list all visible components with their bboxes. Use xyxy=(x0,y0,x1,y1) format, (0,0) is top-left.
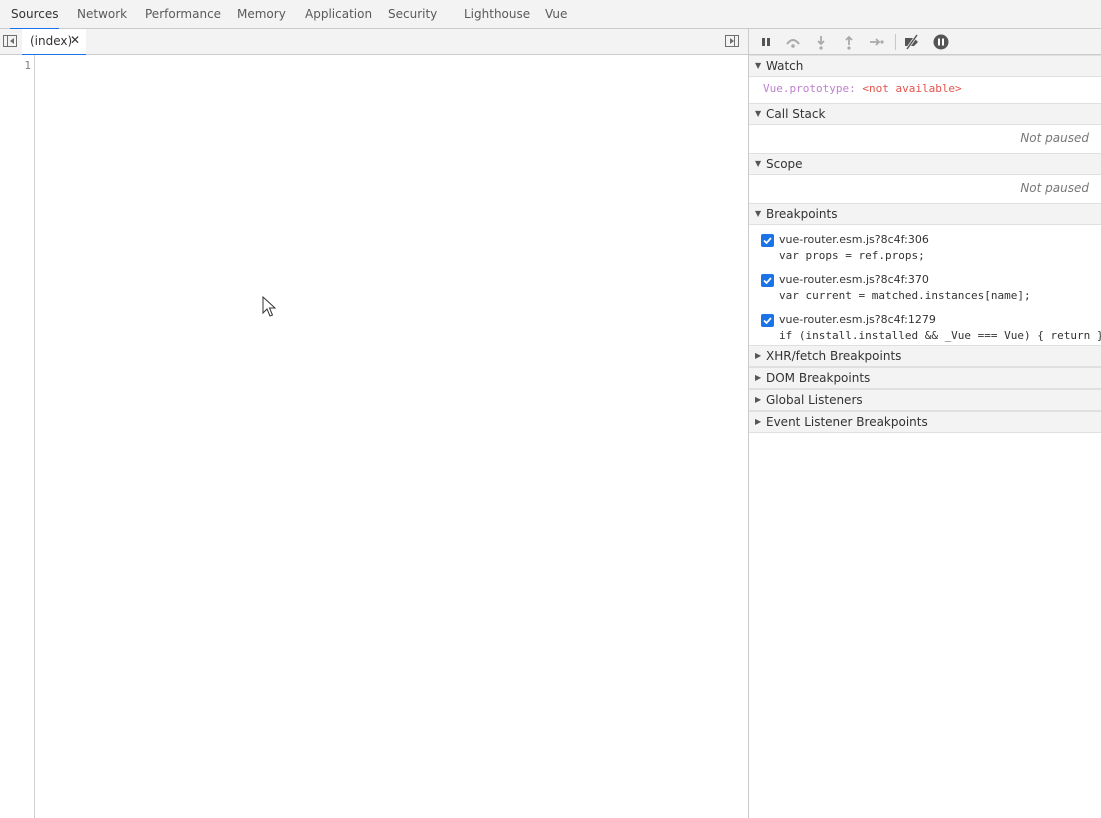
xhr-fetch-breakpoints-header[interactable]: ▶ XHR/fetch Breakpoints xyxy=(749,345,1101,367)
tab-vue[interactable]: Vue xyxy=(545,0,567,29)
breakpoints-title: Breakpoints xyxy=(766,207,838,221)
expand-arrow-icon: ▼ xyxy=(755,109,762,118)
toggle-navigator-icon[interactable] xyxy=(3,35,17,47)
breakpoint-checkbox[interactable] xyxy=(761,234,774,247)
step-into-icon[interactable] xyxy=(812,33,830,51)
global-listeners-title: Global Listeners xyxy=(766,393,863,407)
call-stack-pane-header[interactable]: ▼ Call Stack xyxy=(749,103,1101,125)
global-listeners-header[interactable]: ▶ Global Listeners xyxy=(749,389,1101,411)
breakpoint-code: var props = ref.props; xyxy=(779,249,925,262)
collapsed-arrow-icon: ▶ xyxy=(755,373,762,382)
breakpoint-item[interactable]: vue-router.esm.js?8c4f:1279 if (install.… xyxy=(749,310,1101,350)
file-tab-index[interactable]: (index) ✕ xyxy=(22,29,86,56)
line-number-gutter: 1 xyxy=(0,55,35,818)
step-icon[interactable] xyxy=(867,33,885,51)
call-stack-title: Call Stack xyxy=(766,107,826,121)
event-listener-breakpoints-title: Event Listener Breakpoints xyxy=(766,415,928,429)
close-tab-icon[interactable]: ✕ xyxy=(70,33,80,47)
dom-breakpoints-header[interactable]: ▶ DOM Breakpoints xyxy=(749,367,1101,389)
scope-status: Not paused xyxy=(1020,181,1089,195)
watch-pane-header[interactable]: ▼ Watch xyxy=(749,55,1101,77)
breakpoint-code: var current = matched.instances[name]; xyxy=(779,289,1031,302)
tab-application[interactable]: Application xyxy=(305,0,372,29)
pause-on-exceptions-icon[interactable] xyxy=(932,33,950,51)
breakpoint-checkbox[interactable] xyxy=(761,314,774,327)
step-out-icon[interactable] xyxy=(840,33,858,51)
breakpoint-item[interactable]: vue-router.esm.js?8c4f:306 var props = r… xyxy=(749,230,1101,270)
file-tab-label: (index) xyxy=(30,34,73,48)
scope-pane-header[interactable]: ▼ Scope xyxy=(749,153,1101,175)
scope-title: Scope xyxy=(766,157,803,171)
toolbar-separator xyxy=(895,34,896,50)
expand-arrow-icon: ▼ xyxy=(755,209,762,218)
deactivate-breakpoints-icon[interactable] xyxy=(903,33,921,51)
collapsed-arrow-icon: ▶ xyxy=(755,417,762,426)
tab-memory[interactable]: Memory xyxy=(237,0,286,29)
watch-expression-row[interactable]: Vue.prototype: <not available> xyxy=(763,82,962,95)
devtools-tab-bar: Sources Network Performance Memory Appli… xyxy=(0,0,1101,30)
step-over-icon[interactable] xyxy=(784,33,802,51)
breakpoint-code: if (install.installed && _Vue === Vue) {… xyxy=(779,329,1101,342)
tab-performance[interactable]: Performance xyxy=(145,0,221,29)
breakpoint-location[interactable]: vue-router.esm.js?8c4f:1279 xyxy=(779,313,936,326)
debugger-toolbar xyxy=(749,29,1101,55)
breakpoint-item[interactable]: vue-router.esm.js?8c4f:370 var current =… xyxy=(749,270,1101,310)
code-editor[interactable] xyxy=(35,55,748,818)
tab-lighthouse[interactable]: Lighthouse xyxy=(464,0,530,29)
breakpoint-location[interactable]: vue-router.esm.js?8c4f:370 xyxy=(779,273,929,286)
line-number: 1 xyxy=(24,59,31,72)
watch-title: Watch xyxy=(766,59,804,73)
mouse-cursor-icon xyxy=(262,296,276,317)
expand-arrow-icon: ▼ xyxy=(755,61,762,70)
collapsed-arrow-icon: ▶ xyxy=(755,395,762,404)
collapsed-arrow-icon: ▶ xyxy=(755,351,762,360)
expand-arrow-icon: ▼ xyxy=(755,159,762,168)
toggle-debugger-icon[interactable] xyxy=(725,35,739,47)
breakpoints-pane-header[interactable]: ▼ Breakpoints xyxy=(749,203,1101,225)
debugger-sidebar: ▼ Watch Vue.prototype: <not available> ▼… xyxy=(749,29,1101,818)
breakpoint-checkbox[interactable] xyxy=(761,274,774,287)
xhr-fetch-breakpoints-title: XHR/fetch Breakpoints xyxy=(766,349,902,363)
tab-sources[interactable]: Sources xyxy=(9,0,60,30)
breakpoint-location[interactable]: vue-router.esm.js?8c4f:306 xyxy=(779,233,929,246)
call-stack-status: Not paused xyxy=(1020,131,1089,145)
dom-breakpoints-title: DOM Breakpoints xyxy=(766,371,871,385)
editor-tab-bar: (index) ✕ xyxy=(0,29,749,56)
watch-expression: Vue.prototype: xyxy=(763,82,856,95)
tab-network[interactable]: Network xyxy=(77,0,127,29)
event-listener-breakpoints-header[interactable]: ▶ Event Listener Breakpoints xyxy=(749,411,1101,433)
tab-security[interactable]: Security xyxy=(388,0,437,29)
watch-value: <not available> xyxy=(862,82,962,95)
pause-script-icon[interactable] xyxy=(757,33,775,51)
